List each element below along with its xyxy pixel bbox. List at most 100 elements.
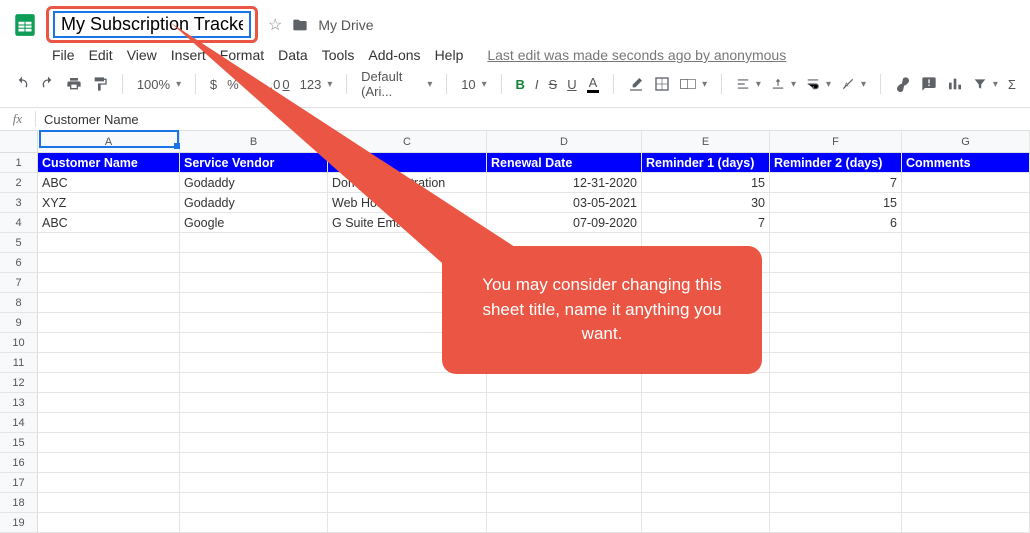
- data-cell[interactable]: [180, 393, 328, 413]
- font-size-select[interactable]: 10: [461, 77, 487, 92]
- column-header[interactable]: B: [180, 131, 328, 153]
- menu-edit[interactable]: Edit: [89, 47, 113, 63]
- decrease-decimals-button[interactable]: .0: [249, 77, 260, 92]
- data-cell[interactable]: 07-09-2020: [487, 213, 642, 233]
- data-cell[interactable]: [770, 273, 902, 293]
- data-cell[interactable]: [38, 233, 180, 253]
- data-cell[interactable]: [902, 173, 1030, 193]
- data-cell[interactable]: [328, 453, 487, 473]
- menu-view[interactable]: View: [127, 47, 157, 63]
- menu-insert[interactable]: Insert: [171, 47, 206, 63]
- data-cell[interactable]: [487, 413, 642, 433]
- column-header[interactable]: D: [487, 131, 642, 153]
- data-cell[interactable]: 7: [642, 213, 770, 233]
- link-button[interactable]: [895, 76, 911, 92]
- data-cell[interactable]: [180, 433, 328, 453]
- data-cell[interactable]: [770, 493, 902, 513]
- currency-button[interactable]: $: [210, 77, 217, 92]
- increase-decimals-button[interactable]: .00: [270, 77, 290, 92]
- data-cell[interactable]: [180, 453, 328, 473]
- select-all-corner[interactable]: [0, 131, 38, 153]
- data-cell[interactable]: [902, 353, 1030, 373]
- menu-data[interactable]: Data: [278, 47, 308, 63]
- data-cell[interactable]: [487, 513, 642, 533]
- data-cell[interactable]: [180, 293, 328, 313]
- data-cell[interactable]: [487, 393, 642, 413]
- document-title-input[interactable]: [53, 11, 251, 38]
- data-cell[interactable]: 15: [770, 193, 902, 213]
- row-header[interactable]: 16: [0, 453, 38, 473]
- percent-button[interactable]: %: [227, 77, 239, 92]
- data-cell[interactable]: Godaddy: [180, 193, 328, 213]
- data-cell[interactable]: Godaddy: [180, 173, 328, 193]
- row-header[interactable]: 3: [0, 193, 38, 213]
- data-cell[interactable]: [770, 333, 902, 353]
- data-cell[interactable]: [770, 313, 902, 333]
- underline-button[interactable]: U: [567, 77, 576, 92]
- header-cell[interactable]: Reminder 2 (days): [770, 153, 902, 173]
- merge-cells-button[interactable]: [680, 78, 707, 90]
- data-cell[interactable]: [180, 233, 328, 253]
- column-header[interactable]: A: [38, 131, 180, 153]
- v-align-button[interactable]: [771, 77, 796, 91]
- data-cell[interactable]: [487, 373, 642, 393]
- data-cell[interactable]: [642, 453, 770, 473]
- data-cell[interactable]: [38, 313, 180, 333]
- zoom-select[interactable]: 100%: [137, 77, 181, 92]
- data-cell[interactable]: [328, 393, 487, 413]
- menu-file[interactable]: File: [52, 47, 75, 63]
- data-cell[interactable]: [642, 373, 770, 393]
- data-cell[interactable]: [642, 493, 770, 513]
- data-cell[interactable]: [902, 433, 1030, 453]
- data-cell[interactable]: [642, 413, 770, 433]
- borders-button[interactable]: [654, 76, 670, 92]
- data-cell[interactable]: [180, 373, 328, 393]
- chart-button[interactable]: [947, 76, 963, 92]
- row-header[interactable]: 8: [0, 293, 38, 313]
- data-cell[interactable]: ABC: [38, 213, 180, 233]
- data-cell[interactable]: [180, 413, 328, 433]
- data-cell[interactable]: [180, 493, 328, 513]
- data-cell[interactable]: [902, 453, 1030, 473]
- data-cell[interactable]: [38, 333, 180, 353]
- row-header[interactable]: 10: [0, 333, 38, 353]
- data-cell[interactable]: ABC: [38, 173, 180, 193]
- data-cell[interactable]: 6: [770, 213, 902, 233]
- data-cell[interactable]: [770, 393, 902, 413]
- data-cell[interactable]: [487, 473, 642, 493]
- star-icon[interactable]: ☆: [268, 15, 282, 35]
- data-cell[interactable]: [770, 413, 902, 433]
- data-cell[interactable]: [180, 313, 328, 333]
- paint-format-button[interactable]: [92, 76, 108, 92]
- menu-format[interactable]: Format: [220, 47, 264, 63]
- data-cell[interactable]: [328, 473, 487, 493]
- menu-tools[interactable]: Tools: [322, 47, 355, 63]
- data-cell[interactable]: 03-05-2021: [487, 193, 642, 213]
- data-cell[interactable]: [328, 413, 487, 433]
- data-cell[interactable]: [902, 233, 1030, 253]
- header-cell[interactable]: Renewal Date: [487, 153, 642, 173]
- row-header[interactable]: 1: [0, 153, 38, 173]
- column-header[interactable]: G: [902, 131, 1030, 153]
- data-cell[interactable]: G Suite Email: [328, 213, 487, 233]
- row-header[interactable]: 14: [0, 413, 38, 433]
- row-header[interactable]: 4: [0, 213, 38, 233]
- data-cell[interactable]: [770, 453, 902, 473]
- data-cell[interactable]: 7: [770, 173, 902, 193]
- header-cell[interactable]: Service Vendor: [180, 153, 328, 173]
- redo-button[interactable]: [40, 76, 56, 92]
- data-cell[interactable]: [180, 273, 328, 293]
- menu-addons[interactable]: Add-ons: [368, 47, 420, 63]
- row-header[interactable]: 13: [0, 393, 38, 413]
- column-header[interactable]: F: [770, 131, 902, 153]
- italic-button[interactable]: I: [535, 77, 539, 92]
- data-cell[interactable]: [770, 233, 902, 253]
- drive-location[interactable]: My Drive: [318, 17, 373, 33]
- print-button[interactable]: [66, 76, 82, 92]
- text-color-button[interactable]: A: [587, 75, 600, 93]
- row-header[interactable]: 15: [0, 433, 38, 453]
- data-cell[interactable]: [38, 453, 180, 473]
- data-cell[interactable]: [38, 473, 180, 493]
- data-cell[interactable]: [902, 313, 1030, 333]
- data-cell[interactable]: [770, 373, 902, 393]
